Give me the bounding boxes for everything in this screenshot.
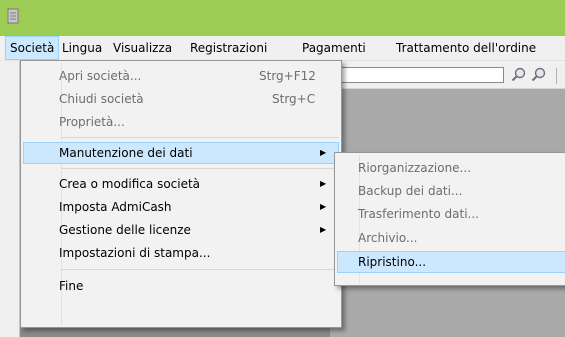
app-icon <box>7 8 19 24</box>
menu-item-label: Manutenzione dei dati <box>59 146 193 160</box>
submenu-arrow-icon: ▶ <box>320 148 327 157</box>
submenu-arrow-icon: ▶ <box>320 225 327 234</box>
menu-item-ripristino[interactable]: Ripristino... <box>337 251 565 273</box>
menu-item-manutenzione-dati[interactable]: Manutenzione dei dati ▶ <box>23 142 339 164</box>
menu-item-riorganizzazione[interactable]: Riorganizzazione... <box>337 157 565 179</box>
submenu-arrow-icon: ▶ <box>320 179 327 188</box>
menu-item-trasferimento-dati[interactable]: Trasferimento dati... <box>337 203 565 225</box>
menu-separator <box>61 137 339 138</box>
menu-item-label: Crea o modifica società <box>59 177 201 191</box>
menu-item-impostazioni-stampa[interactable]: Impostazioni di stampa... <box>23 242 339 264</box>
menu-item-label: Imposta AdmiCash <box>59 200 172 214</box>
menu-item-label: Backup dei dati... <box>358 184 463 198</box>
menu-item-chiudi-societa[interactable]: Chiudi società Strg+C <box>23 88 339 110</box>
shortcut-label: Strg+F12 <box>259 69 316 83</box>
menu-lingua[interactable]: Lingua <box>58 36 106 60</box>
menu-item-gestione-licenze[interactable]: Gestione delle licenze ▶ <box>23 219 339 241</box>
menu-registrazioni[interactable]: Registrazioni <box>186 36 271 60</box>
menu-societa[interactable]: Società <box>5 36 60 60</box>
zoom-out-icon[interactable] <box>530 66 548 84</box>
left-panel <box>0 61 20 337</box>
title-bar <box>0 0 565 36</box>
menu-visualizza[interactable]: Visualizza <box>109 36 176 60</box>
menu-item-proprieta[interactable]: Proprietà... <box>23 111 339 133</box>
menu-item-label: Riorganizzazione... <box>358 161 472 175</box>
menu-item-archivio[interactable]: Archivio... <box>337 227 565 249</box>
search-input[interactable] <box>334 67 504 83</box>
societa-menu: Apri società... Strg+F12 Chiudi società … <box>20 60 342 328</box>
menu-item-label: Impostazioni di stampa... <box>59 246 211 260</box>
menu-separator <box>61 168 339 169</box>
menu-item-imposta-admicash[interactable]: Imposta AdmiCash ▶ <box>23 196 339 218</box>
menu-item-label: Chiudi società <box>59 92 144 106</box>
menu-item-backup-dati[interactable]: Backup dei dati... <box>337 180 565 202</box>
menu-item-label: Archivio... <box>358 231 418 245</box>
menu-separator <box>61 269 339 270</box>
submenu-arrow-icon: ▶ <box>320 202 327 211</box>
menu-bar: Società Lingua Visualizza Registrazioni … <box>0 36 565 61</box>
menu-item-crea-modifica-societa[interactable]: Crea o modifica società ▶ <box>23 173 339 195</box>
menu-item-apri-societa[interactable]: Apri società... Strg+F12 <box>23 65 339 87</box>
menu-item-label: Apri società... <box>59 69 142 83</box>
menu-item-label: Ripristino... <box>358 255 427 269</box>
toolbar <box>330 61 565 89</box>
menu-item-label: Trasferimento dati... <box>358 207 479 221</box>
menu-item-label: Proprietà... <box>59 115 125 129</box>
menu-item-label: Fine <box>59 279 84 293</box>
menu-pagamenti[interactable]: Pagamenti <box>298 36 370 60</box>
menu-trattamento-ordine[interactable]: Trattamento dell'ordine <box>392 36 540 60</box>
zoom-in-icon[interactable] <box>510 66 528 84</box>
toolbar-separator <box>556 68 557 84</box>
menu-item-fine[interactable]: Fine <box>23 275 339 297</box>
shortcut-label: Strg+C <box>272 92 316 106</box>
manutenzione-dati-submenu: Riorganizzazione... Backup dei dati... T… <box>334 152 565 286</box>
menu-item-label: Gestione delle licenze <box>59 223 191 237</box>
